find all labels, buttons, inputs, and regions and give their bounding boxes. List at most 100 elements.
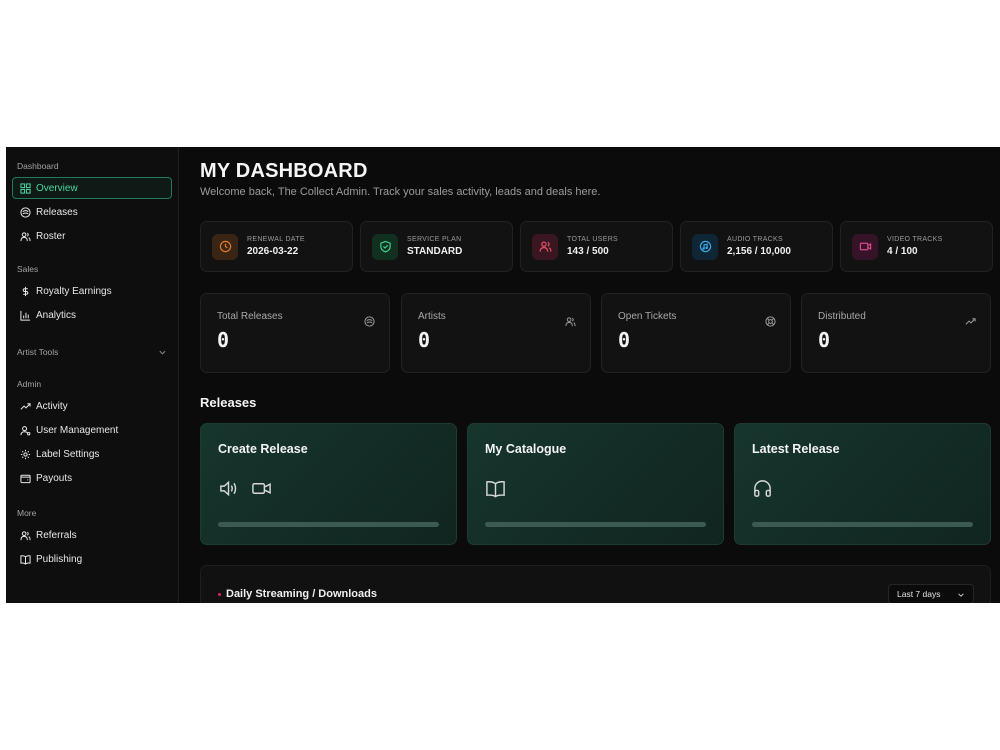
create-release-card[interactable]: Create Release: [200, 423, 457, 545]
artist-tools-toggle[interactable]: Artist Tools: [6, 345, 178, 359]
book-open-icon: [486, 481, 505, 498]
section-label-dashboard: Dashboard: [17, 161, 59, 171]
sidebar-item-referrals[interactable]: Referrals: [12, 524, 172, 546]
card-title: Latest Release: [752, 442, 840, 456]
trending-up-icon: [965, 314, 976, 325]
trending-up-icon: [19, 400, 31, 412]
gear-icon: [19, 448, 31, 460]
section-label-admin: Admin: [17, 379, 42, 389]
stat-value: 143 / 500: [567, 246, 609, 257]
user-cog-icon: [19, 424, 31, 436]
sidebar-item-label: Referrals: [36, 529, 77, 541]
sidebar-item-publishing[interactable]: Publishing: [12, 548, 172, 570]
stat-card-video-tracks: VIDEO TRACKS 4 / 100: [840, 221, 993, 272]
releases-heading: Releases: [200, 395, 257, 410]
stat-label: TOTAL USERS: [567, 236, 619, 243]
grid-icon: [19, 182, 31, 194]
sidebar-item-releases[interactable]: Releases: [12, 201, 172, 223]
metric-value: 0: [618, 328, 631, 352]
users-icon: [19, 230, 31, 242]
sidebar-item-label: Roster: [36, 230, 66, 242]
users-icon: [532, 233, 558, 260]
metric-label: Artists: [418, 311, 446, 322]
speaker-icon: [220, 480, 237, 497]
video-icon: [852, 233, 878, 260]
metric-card-artists: Artists 0: [401, 293, 591, 373]
stat-value: 2,156 / 10,000: [727, 246, 791, 257]
section-label-more: More: [17, 508, 37, 518]
card-title: Create Release: [218, 442, 308, 456]
sidebar-item-label: Royalty Earnings: [36, 285, 112, 297]
progress-bar: [485, 522, 706, 527]
sidebar-item-analytics[interactable]: Analytics: [12, 304, 172, 326]
progress-bar: [218, 522, 439, 527]
sidebar-item-roster[interactable]: Roster: [12, 225, 172, 247]
stat-card-service-plan: SERVICE PLAN STANDARD: [360, 221, 513, 272]
metric-value: 0: [418, 328, 431, 352]
stat-label: VIDEO TRACKS: [887, 236, 943, 243]
streaming-title: Daily Streaming / Downloads: [226, 588, 377, 600]
my-catalogue-card[interactable]: My Catalogue: [467, 423, 724, 545]
sidebar-item-label: Analytics: [36, 309, 77, 321]
stat-label: AUDIO TRACKS: [727, 236, 783, 243]
clock-icon: [212, 233, 238, 260]
metric-value: 0: [818, 328, 831, 352]
sidebar-item-payouts[interactable]: Payouts: [12, 467, 172, 489]
book-open-icon: [19, 553, 31, 565]
sidebar: Dashboard Overview Releases Roster Sales: [6, 147, 179, 603]
metric-label: Open Tickets: [618, 311, 677, 322]
metric-label: Total Releases: [217, 311, 283, 322]
streaming-panel: Daily Streaming / Downloads Last 7 days: [200, 565, 991, 603]
headphones-icon: [754, 480, 771, 497]
metric-card-total-releases: Total Releases 0: [200, 293, 390, 373]
section-label-sales: Sales: [17, 264, 39, 274]
stat-label: RENEWAL DATE: [247, 236, 305, 243]
sidebar-item-royalty-earnings[interactable]: Royalty Earnings: [12, 280, 172, 302]
disc-icon: [364, 314, 375, 327]
date-range-select[interactable]: Last 7 days: [888, 584, 974, 603]
users-icon: [19, 529, 31, 541]
sidebar-item-label: Activity: [36, 400, 68, 412]
video-icon: [252, 483, 271, 494]
sidebar-item-label: User Management: [36, 424, 119, 436]
progress-bar: [752, 522, 973, 527]
stat-value: STANDARD: [407, 246, 463, 257]
metric-label: Distributed: [818, 311, 866, 322]
stat-card-renewal-date: RENEWAL DATE 2026-03-22: [200, 221, 353, 272]
sidebar-item-overview[interactable]: Overview: [12, 177, 172, 199]
music-disc-icon: [692, 233, 718, 260]
stat-value: 4 / 100: [887, 246, 918, 257]
shield-check-icon: [372, 233, 398, 260]
sidebar-item-label: Publishing: [36, 553, 83, 565]
page-title: MY DASHBOARD: [200, 160, 368, 182]
card-title: My Catalogue: [485, 442, 567, 456]
stat-card-total-users: TOTAL USERS 143 / 500: [520, 221, 673, 272]
main-content: MY DASHBOARD Welcome back, The Collect A…: [179, 147, 1000, 603]
latest-release-card[interactable]: Latest Release: [734, 423, 991, 545]
page-subtitle: Welcome back, The Collect Admin. Track y…: [200, 186, 601, 198]
sidebar-item-activity[interactable]: Activity: [12, 395, 172, 417]
app-window: Dashboard Overview Releases Roster Sales: [6, 147, 1000, 603]
chevron-down-icon: [159, 350, 166, 355]
bar-chart-icon: [19, 309, 31, 321]
wallet-icon: [19, 472, 31, 484]
metric-card-distributed: Distributed 0: [801, 293, 991, 373]
stat-label: SERVICE PLAN: [407, 236, 462, 243]
users-icon: [565, 314, 576, 327]
metric-card-open-tickets: Open Tickets 0: [601, 293, 791, 373]
chevron-down-icon: [958, 593, 964, 597]
status-dot: [218, 593, 221, 596]
sidebar-item-label-settings[interactable]: Label Settings: [12, 443, 172, 465]
sidebar-item-label: Overview: [36, 182, 78, 194]
disc-icon: [19, 206, 31, 218]
sidebar-item-label: Label Settings: [36, 448, 100, 460]
sidebar-item-label: Releases: [36, 206, 78, 218]
section-label-artist-tools: Artist Tools: [17, 347, 59, 357]
dollar-icon: [19, 285, 31, 297]
stat-value: 2026-03-22: [247, 246, 299, 257]
support-icon: [765, 314, 776, 327]
metric-value: 0: [217, 328, 230, 352]
sidebar-item-label: Payouts: [36, 472, 73, 484]
sidebar-item-user-management[interactable]: User Management: [12, 419, 172, 441]
stat-card-audio-tracks: AUDIO TRACKS 2,156 / 10,000: [680, 221, 833, 272]
